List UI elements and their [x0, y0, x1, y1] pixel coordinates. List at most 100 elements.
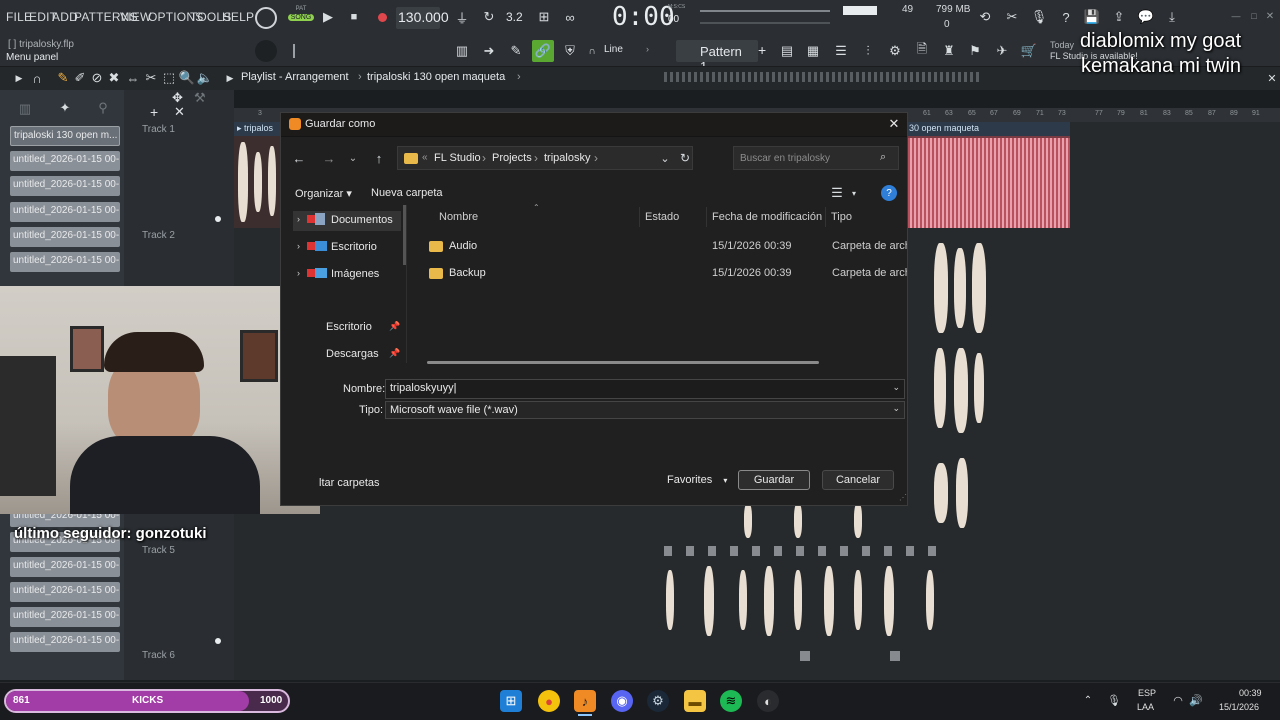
breadcrumb-overflow-icon[interactable]: «: [422, 152, 428, 163]
stamp-icon[interactable]: ⛨: [560, 42, 580, 60]
arrangement-name[interactable]: tripaloski 130 open maqueta: [367, 71, 505, 83]
playlist-tools-icon[interactable]: ⚒: [194, 90, 206, 106]
delete-tool-icon[interactable]: ⊘: [90, 70, 104, 85]
chrome-icon[interactable]: ●: [538, 690, 560, 712]
faders-icon[interactable]: ⫶: [859, 42, 877, 60]
browser-item-current[interactable]: tripaloski 130 open m...: [10, 126, 120, 146]
search-icon[interactable]: ⌕: [880, 151, 886, 164]
save-button[interactable]: Guardar: [738, 470, 810, 490]
browser-item[interactable]: untitled_2026-01-15 00-...: [10, 632, 120, 652]
browser-grid-icon[interactable]: ▥: [18, 101, 32, 116]
export-icon[interactable]: ⇪: [1110, 8, 1128, 26]
zoom-tool-icon[interactable]: 🔍: [179, 70, 195, 85]
windows-start-icon[interactable]: ⊞: [500, 690, 522, 712]
track-1-label[interactable]: Track 1: [142, 124, 175, 135]
back-arrow-icon[interactable]: ←: [289, 148, 309, 168]
menu-view[interactable]: VIEW: [120, 10, 151, 24]
new-folder-button[interactable]: Nueva carpeta: [371, 187, 443, 199]
nav-item-documents[interactable]: › Documentos: [293, 211, 401, 231]
touch-keyboard-icon[interactable]: ✈: [993, 42, 1011, 60]
expand-icon[interactable]: ›: [297, 268, 300, 278]
playlist-options-arrow-icon[interactable]: ▶: [224, 71, 236, 85]
slip-tool-icon[interactable]: ⇔: [126, 71, 140, 86]
column-type[interactable]: Tipo: [831, 211, 852, 223]
refresh-icon[interactable]: ↻: [678, 150, 692, 166]
menu-help[interactable]: HELP: [222, 10, 254, 24]
favorites-menu[interactable]: Favorites ▾: [667, 474, 727, 486]
up-arrow-icon[interactable]: ↑: [369, 148, 389, 168]
select-tool-icon[interactable]: ⬚: [162, 70, 176, 85]
cancel-button[interactable]: Cancelar: [822, 470, 894, 490]
track-6-label[interactable]: Track 6: [142, 650, 175, 661]
master-pitch-knob[interactable]: [255, 7, 277, 29]
browser-item[interactable]: untitled_2026-01-15 00-...: [10, 582, 120, 602]
overview-strip[interactable]: [664, 72, 980, 82]
hide-folders-toggle[interactable]: ltar carpetas: [319, 477, 380, 489]
browser-star-icon[interactable]: ✦: [58, 100, 72, 115]
shop-icon[interactable]: 🛒: [1020, 42, 1038, 60]
nav-item-pictures[interactable]: › Imágenes: [293, 265, 401, 285]
expand-icon[interactable]: ›: [297, 241, 300, 251]
track-5-mute-led[interactable]: [215, 638, 221, 644]
expand-icon[interactable]: ›: [297, 214, 300, 224]
search-box[interactable]: Buscar en tripalosky ⌕: [733, 146, 899, 170]
nav-item-desktop[interactable]: › Escritorio: [293, 238, 401, 258]
record-icon[interactable]: [378, 13, 387, 22]
resize-grip-icon[interactable]: ⋰: [899, 493, 907, 502]
step-display[interactable]: 3.2: [506, 10, 523, 24]
audio-clip[interactable]: 30 open maqueta: [906, 122, 1070, 228]
close-app-icon[interactable]: ✕: [1264, 10, 1276, 22]
browser-item[interactable]: untitled_2026-01-15 00-...: [10, 151, 120, 171]
nav-scrollbar[interactable]: [403, 205, 406, 265]
file-name-input[interactable]: tripaloskyuyy| ⌄: [385, 379, 905, 399]
track-1-mute-led[interactable]: [215, 216, 221, 222]
column-divider[interactable]: [639, 207, 640, 227]
forward-arrow-icon[interactable]: →: [319, 148, 339, 168]
microphone-tray-icon[interactable]: 🎙: [1106, 690, 1122, 710]
column-divider[interactable]: [825, 207, 826, 227]
snap-arrow-icon[interactable]: ›: [646, 44, 649, 54]
play-icon[interactable]: ▶: [320, 8, 336, 26]
mute-tool-icon[interactable]: ✖: [107, 70, 121, 85]
quick-access-downloads[interactable]: Descargas 📌: [321, 345, 407, 365]
discord-icon[interactable]: ◉: [611, 690, 633, 712]
steam-icon[interactable]: ⚙: [647, 690, 669, 712]
spotify-icon[interactable]: ≋: [720, 690, 742, 712]
piano-roll-icon[interactable]: ▥: [452, 42, 472, 60]
browser-item[interactable]: untitled_2026-01-15 00-...: [10, 176, 120, 196]
browser-item[interactable]: untitled_2026-01-15 00-...: [10, 202, 120, 222]
tempo-tapper-icon[interactable]: ⚑: [966, 42, 984, 60]
paint-tool-icon[interactable]: ✐: [73, 70, 87, 85]
playback-tool-icon[interactable]: 🔈: [197, 70, 213, 85]
pattern-selector[interactable]: Pattern 1: [676, 40, 758, 74]
pattern-song-toggle[interactable]: PAT SONG: [288, 6, 314, 30]
pencil-tool-icon[interactable]: ✎: [56, 70, 70, 85]
arrangement-arrow-icon[interactable]: ›: [517, 71, 521, 83]
horizontal-scrollbar[interactable]: [427, 361, 819, 364]
metronome-icon[interactable]: ⏚: [452, 8, 472, 26]
stop-icon[interactable]: ■: [346, 8, 362, 26]
file-row[interactable]: Audio 15/1/2026 00:39 Carpeta de archivo…: [425, 237, 907, 257]
wifi-icon[interactable]: ◠: [1170, 690, 1186, 710]
magnet-icon[interactable]: ∩: [586, 44, 598, 58]
column-name[interactable]: Nombre: [439, 211, 478, 223]
playlist-icon[interactable]: ▤: [778, 42, 796, 60]
tray-overflow-icon[interactable]: ⌃: [1080, 690, 1096, 710]
mixer-icon[interactable]: ☰: [832, 42, 850, 60]
slice-tool-icon[interactable]: ✂: [144, 70, 158, 85]
track-2-label[interactable]: Track 2: [142, 230, 175, 241]
clock-date[interactable]: 15/1/2026: [1219, 702, 1259, 712]
loop-record-icon[interactable]: ↻: [479, 8, 499, 26]
channel-rack-icon[interactable]: ▦: [804, 42, 822, 60]
volume-icon[interactable]: 🔊: [1188, 690, 1204, 710]
main-volume-knob[interactable]: [255, 40, 277, 62]
browser-item[interactable]: untitled_2026-01-15 00-...: [10, 252, 120, 272]
playlist-zoom-icon[interactable]: ✥: [172, 90, 183, 106]
address-dropdown-icon[interactable]: ⌄: [658, 150, 672, 166]
name-dropdown-icon[interactable]: ⌄: [892, 382, 900, 393]
add-track-icon[interactable]: +: [150, 104, 158, 120]
blend-notes-icon[interactable]: ∞: [560, 8, 580, 26]
close-track-icon[interactable]: ✕: [174, 104, 185, 120]
organize-menu[interactable]: Organizar ▾: [295, 187, 352, 200]
add-pattern-icon[interactable]: +: [758, 42, 766, 58]
